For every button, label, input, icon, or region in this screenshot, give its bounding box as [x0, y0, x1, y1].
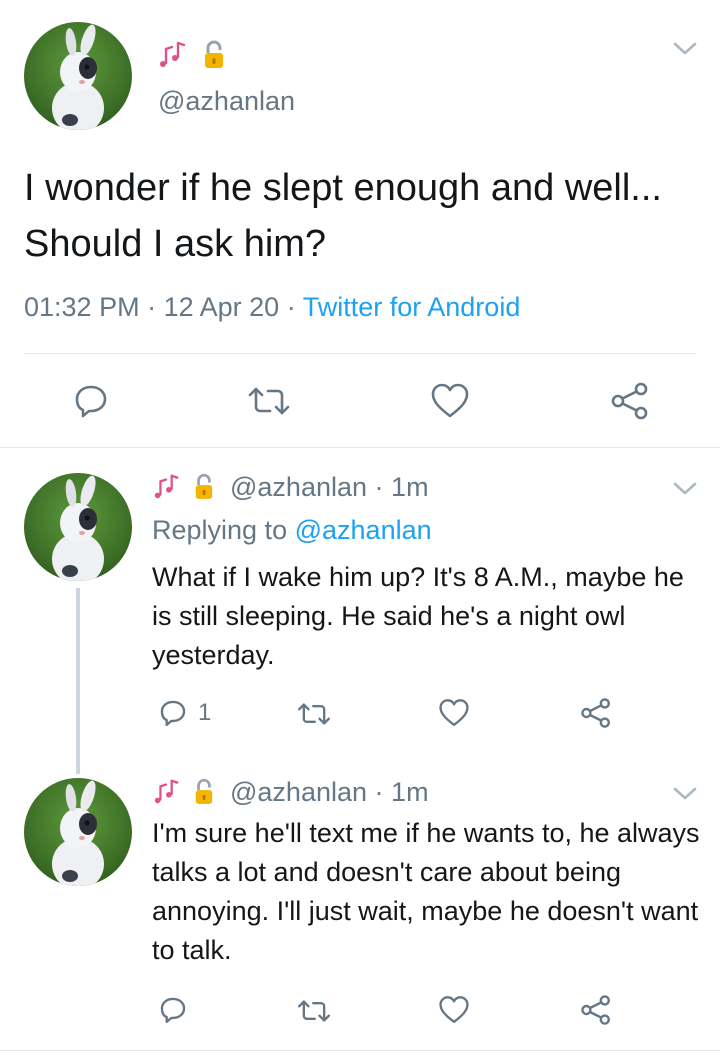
thread-line	[76, 588, 80, 774]
heart-icon	[431, 383, 469, 418]
reply-1-handle[interactable]: @azhanlan	[230, 472, 367, 502]
bottom-divider	[0, 1050, 720, 1051]
lock-icon	[194, 473, 214, 501]
main-tweet-display-name[interactable]	[157, 38, 225, 72]
main-section-divider	[0, 447, 720, 448]
reply-1-text: What if I wake him up? It's 8 A.M., mayb…	[152, 562, 684, 670]
share-button[interactable]	[610, 381, 650, 421]
reply-2-avatar[interactable]	[24, 778, 132, 886]
like-button[interactable]	[430, 382, 470, 420]
reply-1-replying-to: Replying to @azhanlan	[152, 515, 432, 546]
retweet-icon	[297, 703, 331, 725]
like-button[interactable]	[438, 698, 470, 728]
retweet-icon	[297, 1000, 331, 1022]
reply-icon	[160, 700, 186, 727]
reply-2-header: @azhanlan · 1m	[152, 775, 429, 809]
main-tweet-handle[interactable]: @azhanlan	[158, 86, 295, 117]
meta-separator: ·	[147, 292, 157, 322]
tweet-date: 12 Apr 20	[163, 292, 280, 322]
musical-notes-icon	[152, 777, 182, 807]
replying-to-link[interactable]: @azhanlan	[295, 515, 432, 545]
heart-icon	[439, 996, 469, 1024]
retweet-button[interactable]	[296, 996, 332, 1026]
share-button[interactable]	[580, 994, 612, 1026]
retweet-button[interactable]	[296, 699, 332, 729]
share-icon	[611, 382, 648, 420]
retweet-icon	[248, 387, 290, 415]
main-tweet-divider	[24, 353, 696, 354]
tweet-time: 01:32 PM	[24, 292, 140, 322]
reply-1-header: @azhanlan · 1m	[152, 470, 429, 504]
reply-count: 1	[198, 699, 212, 726]
reply-button[interactable]	[72, 382, 110, 420]
main-tweet-meta: 01:32 PM · 12 Apr 20 · Twitter for Andro…	[24, 292, 520, 323]
reply-1-avatar[interactable]	[24, 473, 132, 581]
share-icon	[581, 995, 610, 1025]
heart-icon	[439, 699, 469, 727]
meta-separator: ·	[286, 292, 296, 322]
reply-1-time: 1m	[391, 471, 429, 502]
main-tweet-avatar[interactable]	[24, 22, 132, 130]
reply-icon	[160, 997, 186, 1024]
replying-label: Replying to	[152, 515, 288, 545]
reply-2-text: I'm sure he'll text me if he wants to, h…	[152, 818, 700, 965]
meta-separator: ·	[374, 471, 384, 502]
chevron-down-icon[interactable]	[672, 40, 698, 63]
like-button[interactable]	[438, 995, 470, 1025]
reply-button[interactable]: 1	[158, 698, 211, 728]
chevron-down-icon[interactable]	[672, 785, 698, 808]
meta-separator: ·	[374, 776, 384, 807]
reply-2-handle[interactable]: @azhanlan	[230, 777, 367, 807]
reply-2-time: 1m	[391, 776, 429, 807]
musical-notes-icon	[152, 472, 182, 502]
tweet-client-link[interactable]: Twitter for Android	[303, 292, 521, 322]
chevron-down-icon[interactable]	[672, 480, 698, 503]
share-icon	[581, 698, 610, 728]
musical-notes-icon	[157, 39, 189, 71]
lock-icon	[203, 40, 225, 70]
retweet-button[interactable]	[246, 383, 292, 419]
main-tweet-text: I wonder if he slept enough and well... …	[24, 167, 662, 265]
lock-icon	[194, 778, 214, 806]
share-button[interactable]	[580, 697, 612, 729]
reply-icon	[75, 385, 107, 418]
reply-button[interactable]	[158, 995, 188, 1025]
